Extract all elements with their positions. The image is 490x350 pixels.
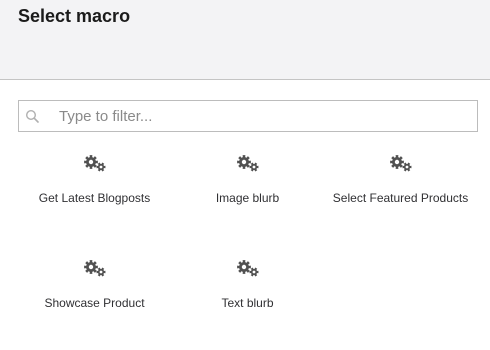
settings-gears-icon — [236, 154, 260, 172]
filter-input[interactable] — [59, 104, 459, 128]
macro-label: Get Latest Blogposts — [38, 191, 151, 205]
search-icon — [25, 109, 39, 123]
filter-box[interactable] — [18, 100, 478, 132]
macro-item-showcase-product[interactable]: Showcase Product — [18, 245, 171, 350]
macro-item-select-featured-products[interactable]: Select Featured Products — [324, 140, 477, 245]
settings-gears-icon — [83, 259, 107, 277]
settings-gears-icon — [389, 154, 413, 172]
macro-item-get-latest-blogposts[interactable]: Get Latest Blogposts — [18, 140, 171, 245]
macro-item-text-blurb[interactable]: Text blurb — [171, 245, 324, 350]
macro-item-image-blurb[interactable]: Image blurb — [171, 140, 324, 245]
macro-label: Select Featured Products — [332, 191, 469, 205]
settings-gears-icon — [236, 259, 260, 277]
dialog-header: Select macro — [0, 0, 490, 80]
macro-label: Image blurb — [215, 191, 280, 205]
macro-label: Text blurb — [221, 296, 274, 310]
dialog-title: Select macro — [18, 6, 131, 26]
macro-list: Get Latest Blogposts Image blurb Select … — [18, 140, 478, 350]
settings-gears-icon — [83, 154, 107, 172]
macro-label: Showcase Product — [44, 296, 145, 310]
